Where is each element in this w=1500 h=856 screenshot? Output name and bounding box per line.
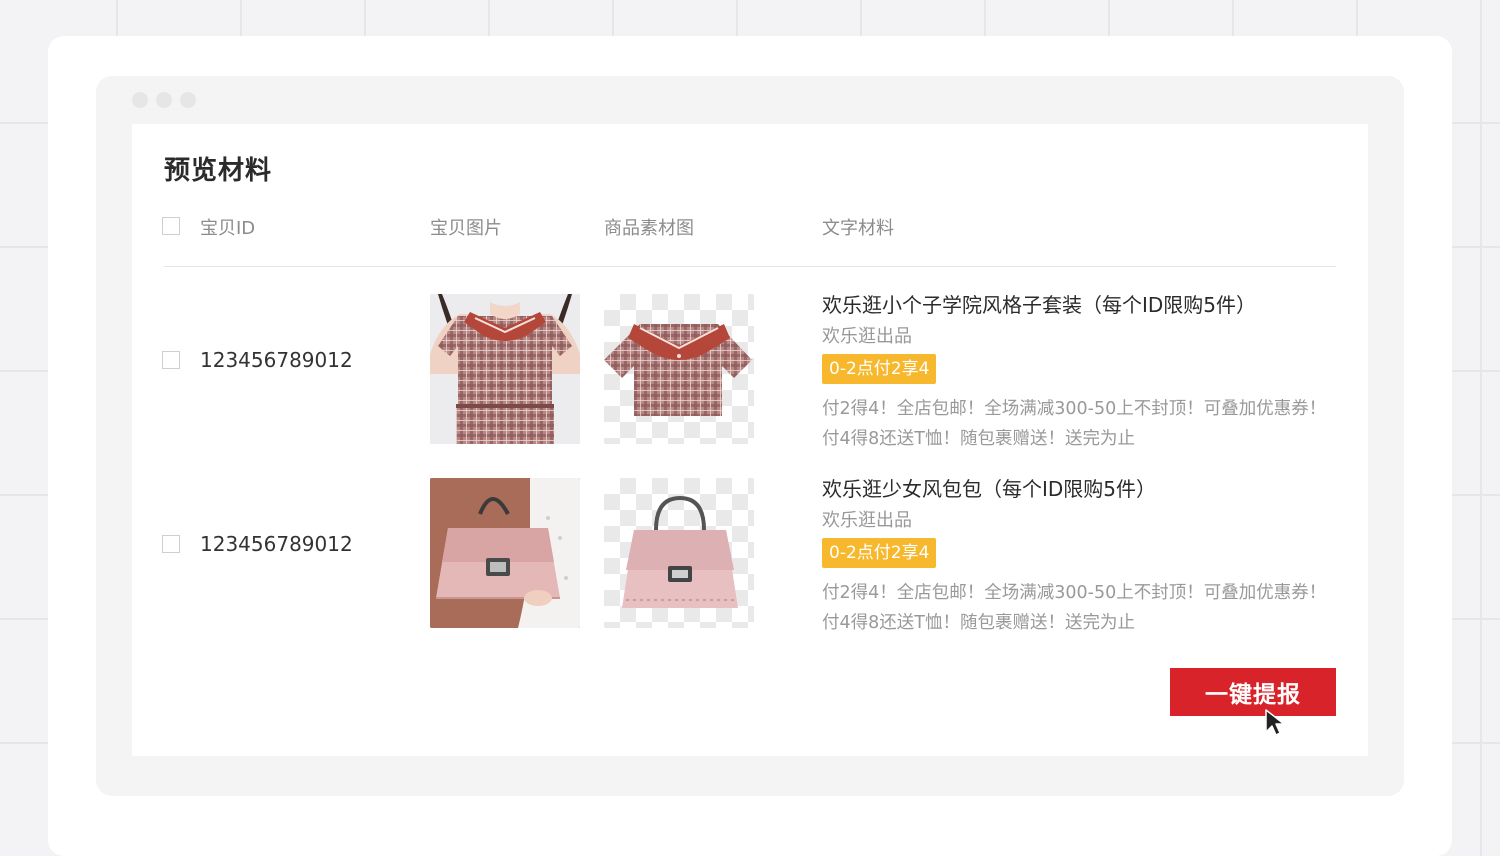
- plaid-shirt-cutout-icon[interactable]: [604, 294, 754, 444]
- window-dot-icon: [180, 92, 196, 108]
- header-item-image: 宝贝图片: [430, 218, 502, 239]
- header-text-material: 文字材料: [822, 218, 894, 239]
- select-all-checkbox[interactable]: [162, 217, 180, 235]
- product-desc-line: 付4得8还送T恤！随包裹赠送！送完为止: [822, 613, 1135, 633]
- product-desc-line: 付2得4！全店包邮！全场满减300-50上不封顶！可叠加优惠券！: [822, 399, 1327, 419]
- product-subtitle: 欢乐逛出品: [822, 510, 912, 531]
- promo-tag: 0-2点付2享4: [822, 354, 937, 384]
- product-desc-line: 付2得4！全店包邮！全场满减300-50上不封顶！可叠加优惠券！: [822, 583, 1327, 603]
- product-name: 欢乐逛小个子学院风格子套装（每个ID限购5件）: [822, 293, 1257, 317]
- page-title: 预览材料: [164, 156, 273, 186]
- pink-handbag-cutout-icon[interactable]: [604, 478, 754, 628]
- header-item-id: 宝贝ID: [200, 218, 256, 239]
- one-click-submit-button[interactable]: 一键提报: [1170, 668, 1336, 716]
- plaid-dress-photo-icon[interactable]: [430, 294, 580, 444]
- product-desc-line: 付4得8还送T恤！随包裹赠送！送完为止: [822, 429, 1135, 449]
- window-dot-icon: [156, 92, 172, 108]
- header-material-image: 商品素材图: [604, 218, 694, 239]
- pink-handbag-photo-icon[interactable]: [430, 478, 580, 628]
- product-subtitle: 欢乐逛出品: [822, 326, 912, 347]
- row-checkbox[interactable]: [162, 535, 180, 553]
- item-id: 123456789012: [200, 348, 353, 372]
- mouse-cursor-icon: [1264, 708, 1286, 742]
- product-name: 欢乐逛少女风包包（每个ID限购5件）: [822, 477, 1157, 501]
- promo-tag: 0-2点付2享4: [822, 538, 937, 568]
- item-id: 123456789012: [200, 532, 353, 556]
- header-divider: [164, 266, 1336, 267]
- window-dot-icon: [132, 92, 148, 108]
- row-checkbox[interactable]: [162, 351, 180, 369]
